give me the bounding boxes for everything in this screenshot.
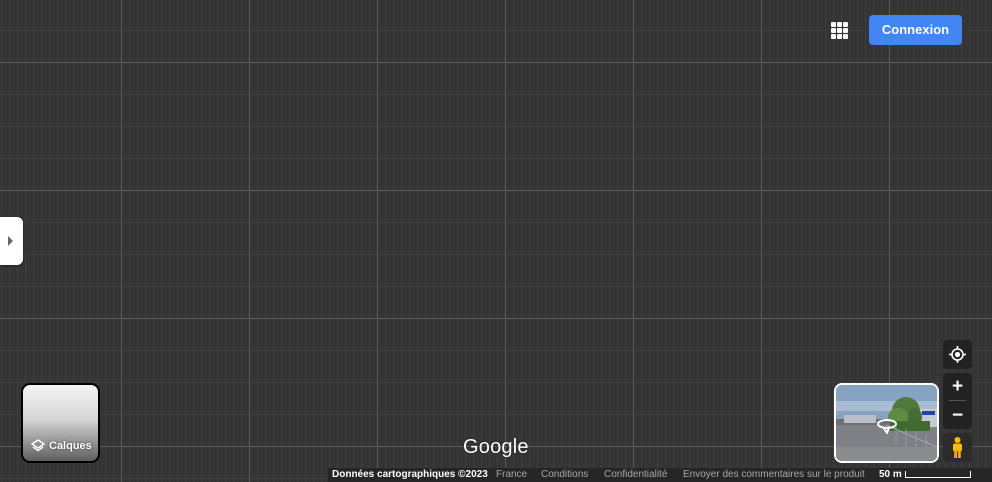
- region-link[interactable]: France: [496, 468, 527, 482]
- layers-icon: [31, 439, 45, 452]
- map-data-attribution: Données cartographiques ©2023: [332, 469, 488, 480]
- street-view-preview[interactable]: [834, 383, 939, 463]
- apps-grid-icon[interactable]: [831, 22, 848, 39]
- google-logo: Google: [463, 436, 529, 458]
- chevron-right-icon: [8, 236, 13, 246]
- privacy-link[interactable]: Confidentialité: [604, 468, 667, 482]
- pegman-icon: [953, 437, 962, 458]
- pegman-button[interactable]: [943, 433, 972, 462]
- my-location-icon: [949, 346, 966, 363]
- zoom-divider: [949, 400, 966, 401]
- zoom-in-button[interactable]: +: [943, 373, 972, 400]
- zoom-out-button[interactable]: −: [943, 402, 972, 429]
- feedback-link[interactable]: Envoyer des commentaires sur le produit: [683, 468, 865, 482]
- map-footer: Données cartographiques ©2023 France Con…: [328, 468, 992, 482]
- side-panel-toggle[interactable]: [0, 217, 23, 265]
- street-view-rotate-icon: [877, 419, 897, 434]
- layers-label-group: Calques: [31, 439, 92, 453]
- scale-bar: [905, 471, 971, 478]
- layers-label: Calques: [49, 440, 92, 452]
- scale-label[interactable]: 50 m: [879, 468, 902, 482]
- terms-link[interactable]: Conditions: [541, 468, 588, 482]
- my-location-button[interactable]: [943, 340, 972, 369]
- layers-button[interactable]: Calques: [21, 383, 100, 463]
- zoom-control: + −: [943, 373, 972, 429]
- signin-button[interactable]: Connexion: [869, 15, 962, 45]
